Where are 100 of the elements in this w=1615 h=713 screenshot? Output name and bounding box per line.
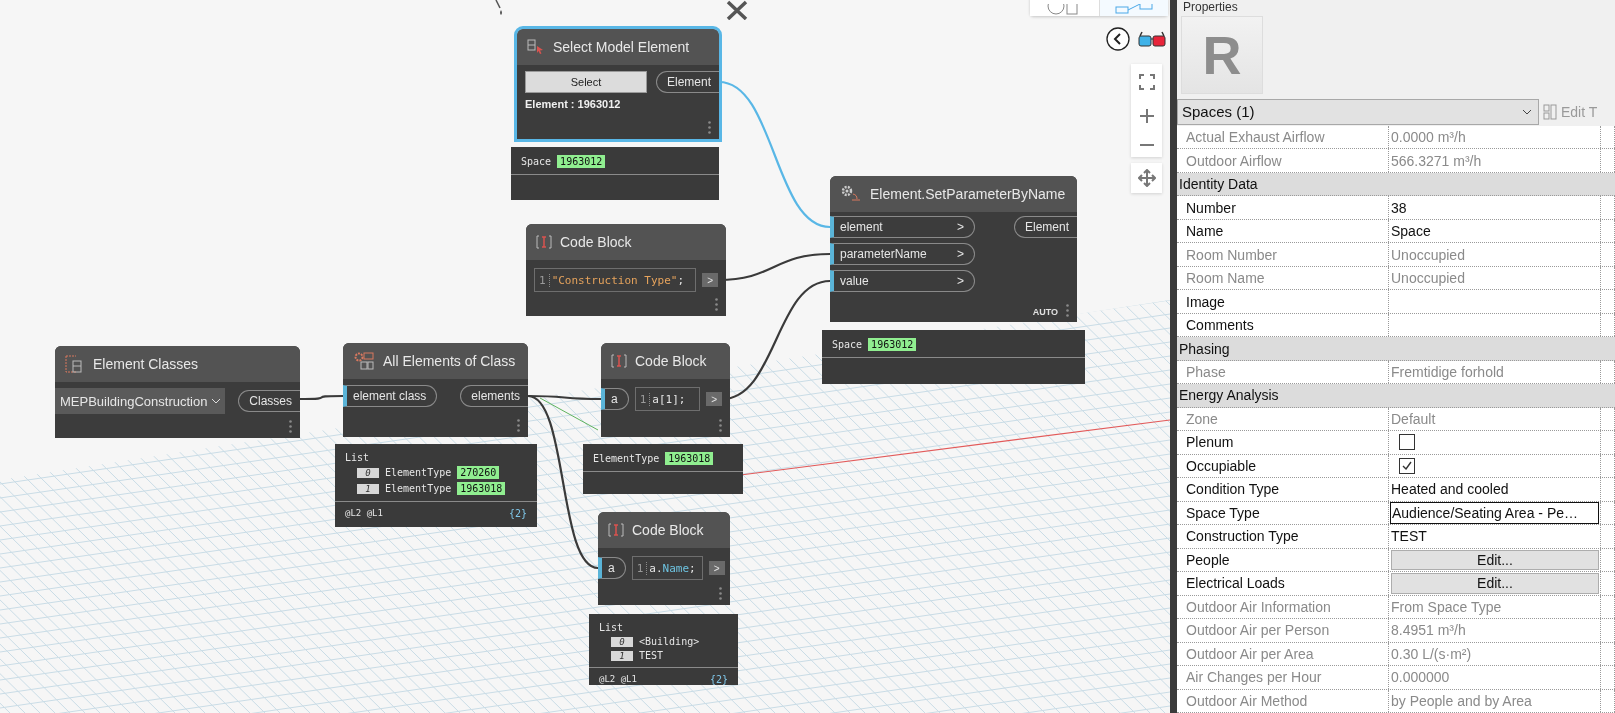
checkbox[interactable] [1399,434,1415,451]
line-number: 1 [636,561,648,575]
property-label: Construction Type [1186,528,1299,545]
node[interactable]: Code Block 1 "Construction Type"; > [526,224,726,316]
property-value: Default [1391,410,1436,427]
property-label: Number [1186,199,1236,216]
value-badge: 1963018 [665,452,714,465]
value-badge: 1963012 [557,155,606,168]
node[interactable]: Code Block a 1 a[1]; > [601,343,730,437]
select-button[interactable]: Select [525,71,647,93]
app-logo: R [1181,16,1263,94]
value-field[interactable]: Audience/Seating Area - Pe… [1390,501,1599,525]
chevron-down-icon [1522,108,1532,115]
code-editor[interactable]: 1 a[1]; [634,387,701,411]
group-label: Identity Data [1178,176,1259,193]
back-button[interactable] [1106,27,1130,51]
property-label: Occupiable [1186,457,1257,474]
edit-type-icon [1543,103,1557,120]
node[interactable]: Code Block a 1 a.Name; > [598,512,730,605]
type-selector-text: Spaces (1) [1182,103,1255,121]
node-header[interactable]: Element.SetParameterByName [830,176,1077,212]
list-index: 0 [357,467,379,478]
property-value: 0.30 L/(s·m²) [1391,645,1472,662]
code-text: a.Name; [649,561,696,575]
property-label: Outdoor Air Information [1186,598,1331,615]
code-block-icon [536,235,552,249]
edit-button[interactable]: Edit... [1391,549,1599,571]
property-value: Heated and cooled [1391,481,1509,498]
list-levels: @L2 @L1 [345,508,383,519]
list-item-text: <Building> [639,636,700,647]
lacing-label: AUTO [1032,307,1058,317]
node[interactable]: Element Classes MEPBuildingConstruction Classes [55,346,300,438]
class-dropdown[interactable]: MEPBuildingConstruction [55,388,226,414]
output-port[interactable]: > [708,561,725,575]
list-heading: List [345,452,371,463]
code-editor[interactable]: 1 "Construction Type"; [534,268,697,292]
node-title: Code Block [560,234,632,250]
more-icon[interactable] [708,121,711,134]
value-badge: 1963012 [868,338,917,351]
more-icon[interactable] [517,419,520,432]
fit-view-icon[interactable] [1138,73,1155,90]
property-label: Outdoor Air per Area [1186,645,1314,662]
more-icon[interactable] [719,419,722,432]
group-header[interactable]: Phasing [1177,337,1615,361]
node-header[interactable]: Code Block [526,224,726,260]
property-label: Air Changes per Hour [1186,669,1322,686]
code-block-icon [608,523,624,537]
more-icon[interactable] [719,587,722,600]
group-header[interactable]: Identity Data [1177,172,1615,197]
3d-glasses-icon[interactable] [1138,31,1166,47]
property-value: 566.3271 m³/h [1391,152,1482,169]
checkbox[interactable] [1399,457,1415,474]
property-label: Condition Type [1186,481,1280,498]
zoom-out-icon[interactable] [1139,143,1154,148]
list-index: 0 [611,636,633,647]
property-label: Electrical Loads [1186,575,1285,592]
node-title: All Elements of Class [383,353,516,369]
property-value: Unoccupied [1391,270,1465,287]
property-label: Room Number [1186,246,1278,263]
output-port[interactable]: > [706,392,722,406]
more-icon[interactable] [715,298,718,311]
type-selector[interactable]: Spaces (1) [1177,98,1539,125]
property-value: Unoccupied [1391,246,1465,263]
node-title: Code Block [632,522,704,538]
property-label: Room Name [1186,270,1265,287]
checkmark-icon [1402,461,1412,471]
node-header[interactable]: Element Classes [55,346,300,382]
group-header[interactable]: Energy Analysis [1177,384,1615,408]
node-header[interactable]: Code Block [598,512,730,548]
list-index: 1 [611,650,633,661]
edit-button[interactable]: Edit... [1391,573,1599,594]
list-heading: List [599,622,625,633]
zoom-in-icon[interactable] [1139,109,1154,124]
node[interactable]: All Elements of Class element class elements [343,343,528,437]
property-label: Zone [1186,410,1218,427]
code-editor[interactable]: 1 a.Name; [631,556,703,580]
node-header[interactable]: All Elements of Class [343,343,528,379]
move-icon[interactable] [1137,169,1156,187]
chevron-down-icon [211,398,222,404]
value-type: Space [521,156,552,167]
node[interactable]: Select Model Element Select Element Element : 1963012 [517,29,719,139]
property-value: Fremtidige forhold [1391,364,1504,380]
property-value: Space [1391,223,1431,240]
property-value: TEST [1391,528,1427,545]
line-number: 1 [639,392,651,406]
output-port[interactable]: > [702,273,718,287]
node-header[interactable]: Select Model Element [517,29,719,65]
line-number: 1 [539,273,550,287]
more-icon[interactable] [1066,304,1069,317]
value-type: ElementType [593,453,660,464]
node-title: Code Block [635,353,707,369]
more-icon[interactable] [289,420,292,433]
chevron-left-icon [1106,27,1130,51]
list-item-text: ElementType [385,483,452,494]
list-item-text: ElementType [385,467,452,478]
node-header[interactable]: Code Block [601,343,730,379]
node[interactable]: Element.SetParameterByName element > Element parameterName > value > AUTO [830,176,1077,322]
value-type: Space [832,339,863,350]
code-text: "Construction Type"; [551,273,685,287]
list-levels: @L2 @L1 [599,674,637,685]
